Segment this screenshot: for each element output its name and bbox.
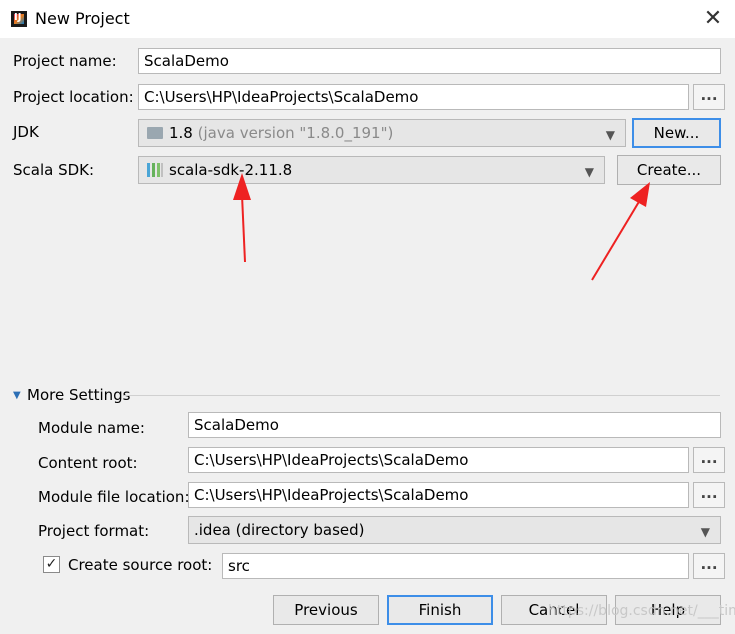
content-root-browse-button[interactable]: ... xyxy=(693,447,725,473)
source-root-input[interactable]: src xyxy=(222,553,689,579)
triangle-down-icon[interactable]: ▼ xyxy=(13,390,21,401)
module-file-location-label: Module file location: xyxy=(38,488,190,506)
annotation-arrow-right xyxy=(591,182,650,281)
section-divider xyxy=(123,395,720,396)
finish-button[interactable]: Finish xyxy=(387,595,493,625)
module-file-location-browse-button[interactable]: ... xyxy=(693,482,725,508)
annotation-arrow-left xyxy=(233,173,251,263)
source-root-browse-button[interactable]: ... xyxy=(693,553,725,579)
project-format-value: .idea (directory based) xyxy=(194,521,365,539)
content-root-input[interactable]: C:\Users\HP\IdeaProjects\ScalaDemo xyxy=(188,447,689,473)
project-format-select[interactable]: .idea (directory based) ▼ xyxy=(188,516,721,544)
module-file-location-input[interactable]: C:\Users\HP\IdeaProjects\ScalaDemo xyxy=(188,482,689,508)
more-settings-header[interactable]: More Settings xyxy=(27,385,130,405)
module-name-input[interactable]: ScalaDemo xyxy=(188,412,721,438)
create-source-root-label[interactable]: Create source root: xyxy=(68,555,212,575)
previous-button[interactable]: Previous xyxy=(273,595,379,625)
project-format-label: Project format: xyxy=(38,522,150,540)
create-source-root-checkbox[interactable]: ✓ xyxy=(43,556,60,573)
module-name-label: Module name: xyxy=(38,419,145,437)
content-root-label: Content root: xyxy=(38,454,138,472)
chevron-down-icon: ▼ xyxy=(700,525,710,539)
watermark: https://blog.csdn.net/___time xyxy=(548,603,735,619)
